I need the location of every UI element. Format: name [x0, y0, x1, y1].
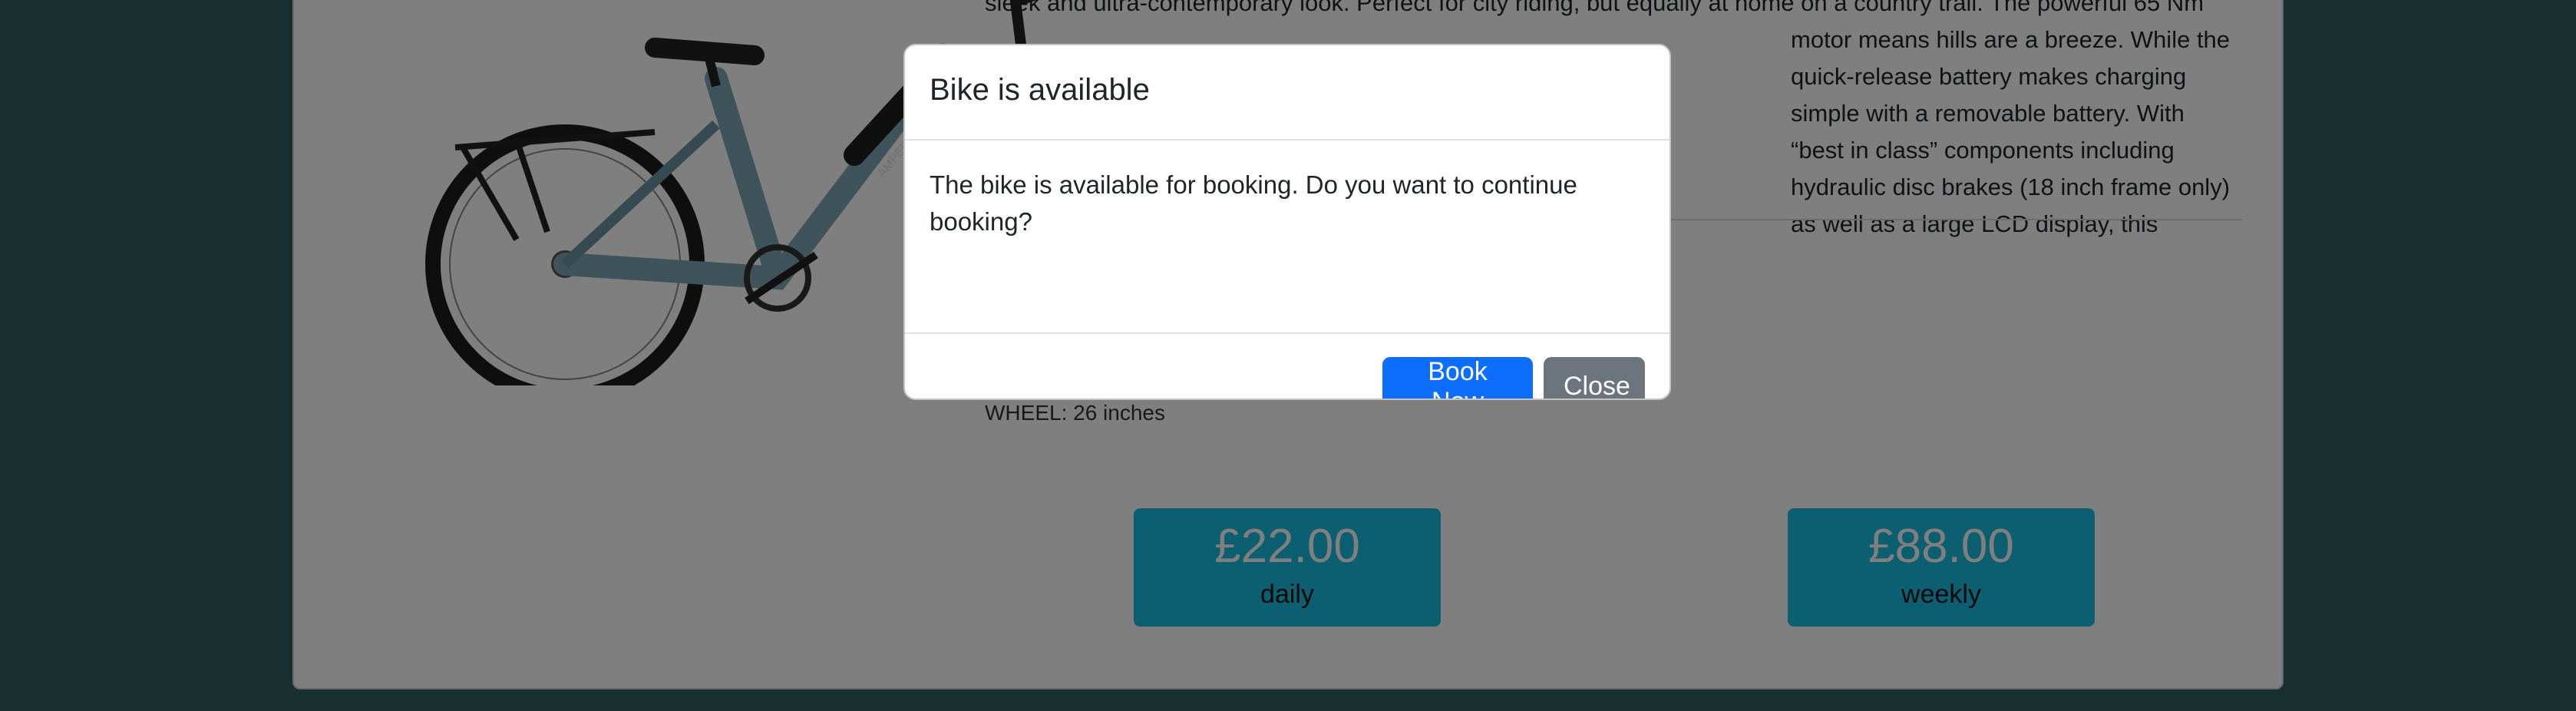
modal-title: Bike is available — [930, 73, 1150, 107]
modal-message: The bike is available for booking. Do yo… — [930, 170, 1577, 236]
modal-footer: Book Now Close — [905, 334, 1669, 398]
availability-modal: Bike is available The bike is available … — [903, 44, 1671, 400]
modal-header: Bike is available — [905, 45, 1669, 141]
modal-body: The bike is available for booking. Do yo… — [905, 141, 1669, 334]
close-button[interactable]: Close — [1544, 357, 1645, 398]
book-now-button[interactable]: Book Now — [1382, 357, 1533, 398]
